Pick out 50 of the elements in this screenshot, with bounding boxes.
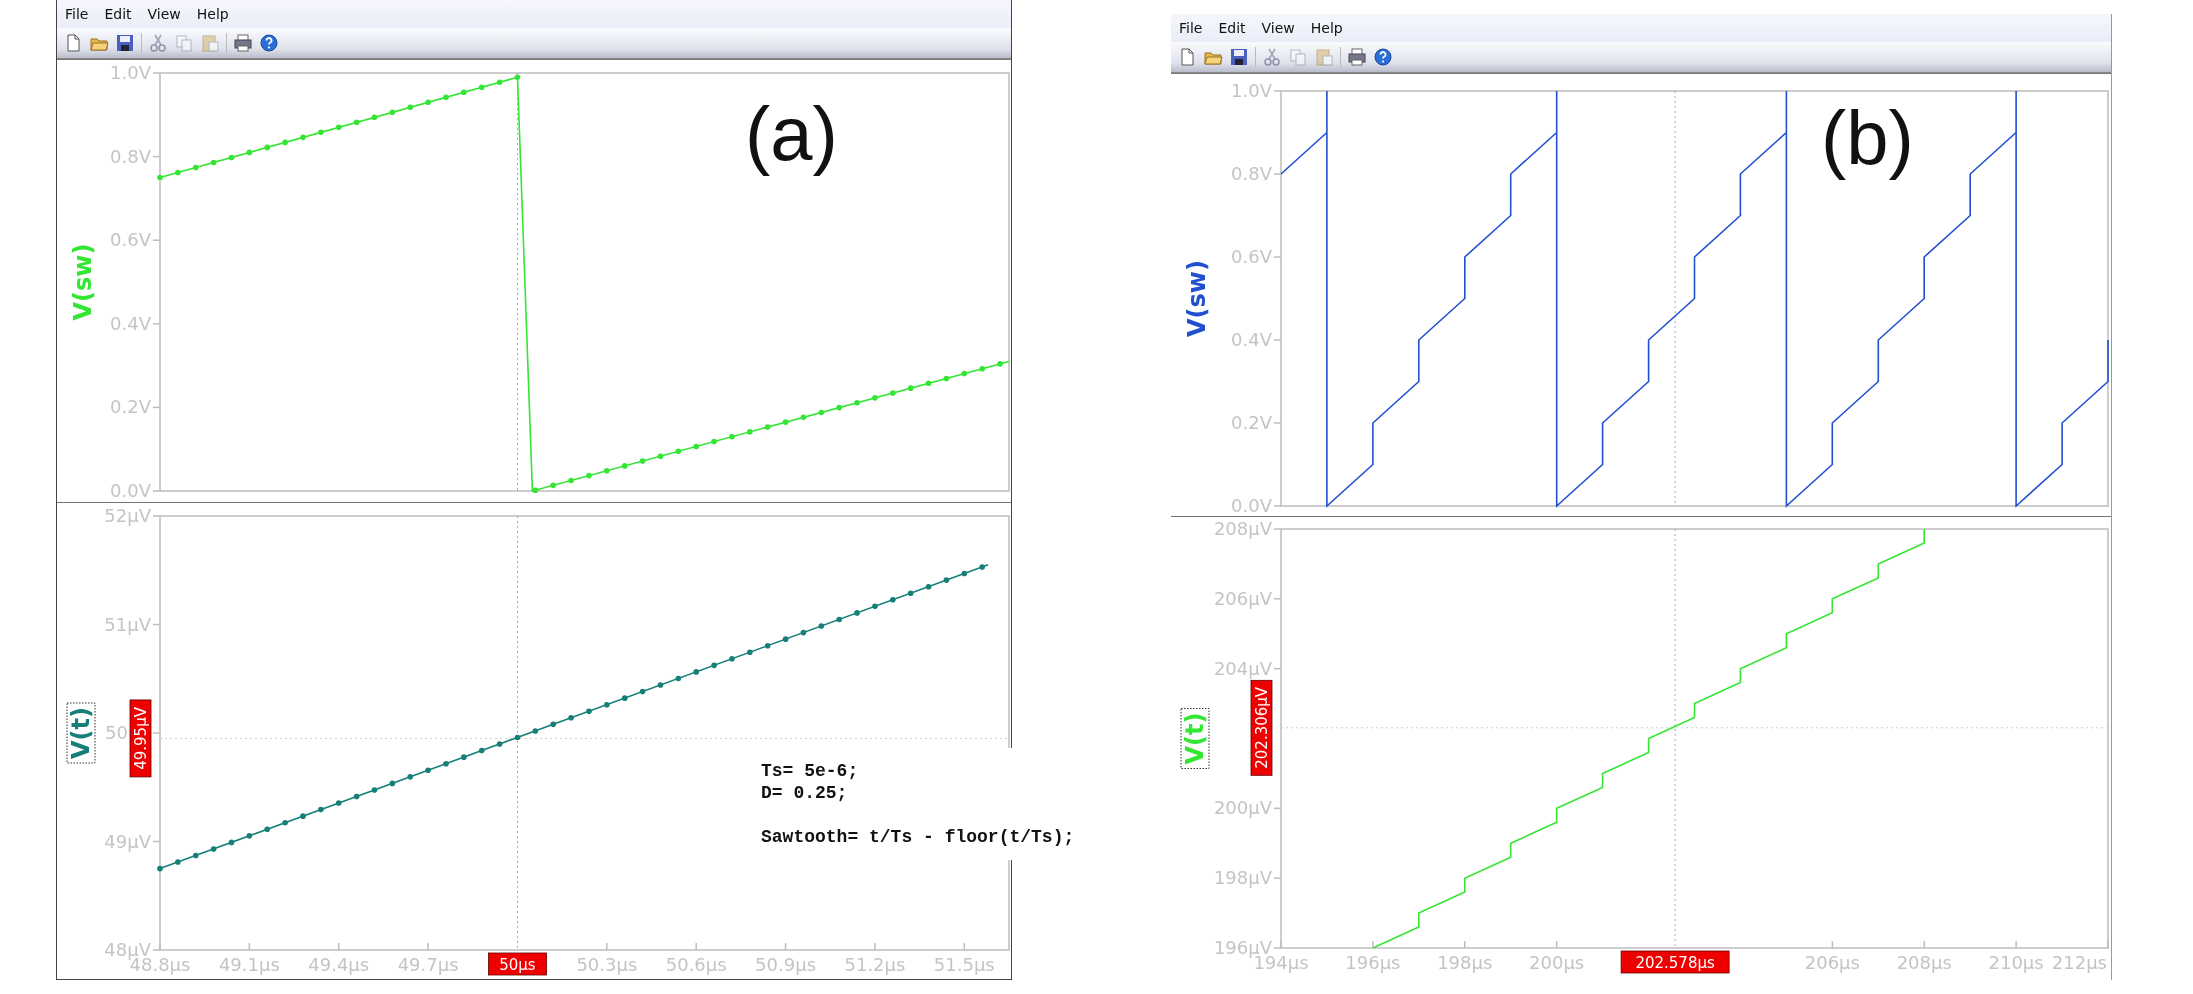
tick-label: 1.0V bbox=[1231, 80, 1272, 101]
cursor-time-label: 50µs bbox=[488, 952, 547, 976]
tick-label: 0.2V bbox=[1231, 412, 1272, 433]
cursor-value-label: 49.95µV bbox=[129, 699, 152, 778]
tick-label: 0.0V bbox=[110, 480, 151, 501]
tick-label: 200µs bbox=[1529, 952, 1585, 973]
axis-title: V(sw) bbox=[1183, 260, 1211, 337]
tick-label: 198µs bbox=[1437, 952, 1493, 973]
tick-label: 198µV bbox=[1213, 867, 1272, 889]
code-line: Sawtooth= t/Ts - floor(t/Ts); bbox=[761, 826, 1075, 848]
tick-label: 0.8V bbox=[1231, 163, 1272, 184]
tick-label: 1.0V bbox=[110, 62, 151, 83]
panel-label: (b) bbox=[1821, 94, 1914, 181]
tick-label: 51.5µs bbox=[933, 954, 995, 975]
tick-label: 0.6V bbox=[1231, 246, 1272, 267]
tick-label: 196µV bbox=[1213, 937, 1272, 958]
tick-label: 0.4V bbox=[1231, 329, 1272, 350]
tick-label: 0.6V bbox=[110, 229, 151, 251]
tick-label: 50.3µs bbox=[576, 954, 638, 975]
tick-label: 50.9µs bbox=[755, 954, 817, 975]
tick-label: 206µs bbox=[1804, 952, 1860, 973]
cursor-value-label: 202.306µV bbox=[1250, 679, 1273, 776]
tick-label: 51.2µs bbox=[844, 954, 906, 975]
code-line: D= 0.25; bbox=[761, 782, 849, 804]
cursor-time-label: 202.578µs bbox=[1620, 950, 1730, 974]
tick-label: 208µV bbox=[1213, 518, 1272, 539]
tick-label: 51µV bbox=[104, 613, 151, 635]
tick-label: 200µV bbox=[1213, 797, 1272, 819]
tick-label: 49µV bbox=[104, 830, 151, 852]
tick-label: 0.4V bbox=[110, 312, 151, 334]
tick-label: 196µs bbox=[1345, 952, 1401, 973]
tick-label: 49.4µs bbox=[308, 954, 370, 975]
tick-label: 208µs bbox=[1896, 952, 1952, 973]
tick-label: 212µs bbox=[2051, 952, 2107, 973]
tick-label: 52µV bbox=[104, 505, 151, 526]
axis-title: V(sw) bbox=[69, 243, 97, 321]
axis-title: V(t) bbox=[1180, 708, 1210, 769]
tick-label: 50.6µs bbox=[665, 954, 727, 975]
code-line: Ts= 5e-6; bbox=[761, 760, 860, 782]
axis-title: V(t) bbox=[66, 702, 96, 764]
tick-label: 0.8V bbox=[110, 145, 151, 167]
tick-label: 210µs bbox=[1988, 952, 2044, 973]
tick-label: 49.1µs bbox=[218, 954, 280, 975]
tick-label: 50 bbox=[105, 722, 128, 743]
tick-label: 0.2V bbox=[110, 396, 151, 418]
tick-label: 204µV bbox=[1213, 657, 1272, 679]
tick-label: 0.0V bbox=[1231, 495, 1272, 516]
tick-label: 206µV bbox=[1213, 587, 1272, 609]
tick-label: 49.7µs bbox=[397, 954, 459, 975]
panel-label: (a) bbox=[745, 90, 838, 177]
